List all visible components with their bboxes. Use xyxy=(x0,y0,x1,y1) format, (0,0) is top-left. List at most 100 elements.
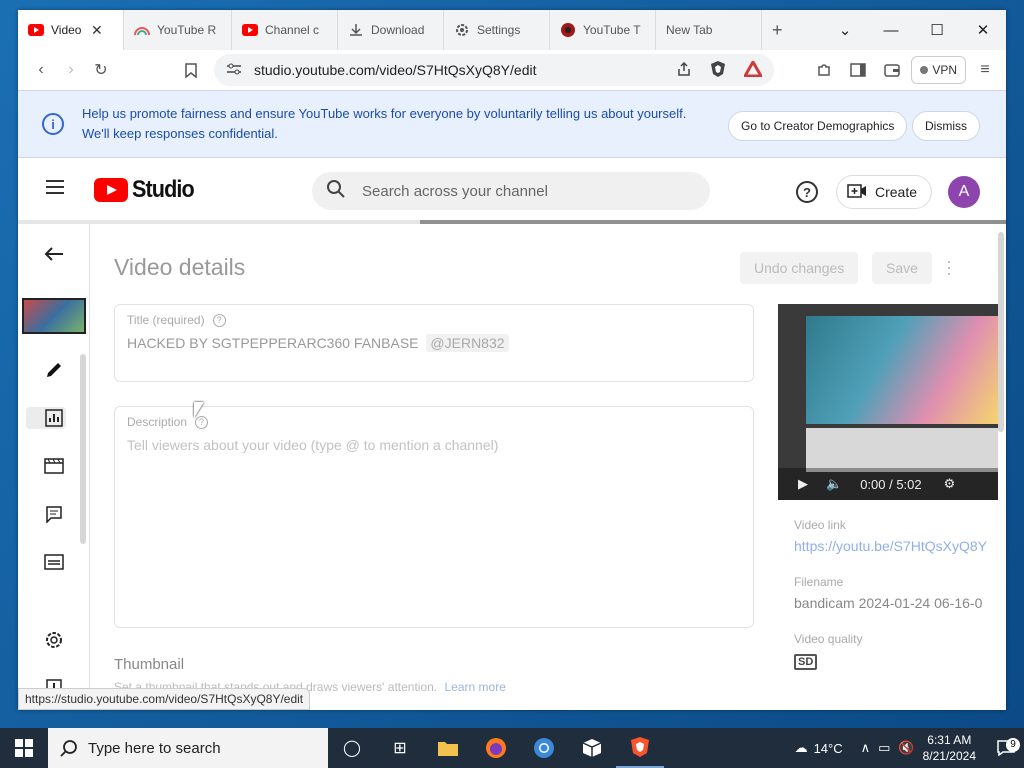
save-button[interactable]: Save xyxy=(872,252,932,284)
chrome-icon[interactable] xyxy=(520,728,568,768)
site-settings-icon[interactable] xyxy=(226,62,242,79)
download-icon xyxy=(348,22,364,38)
main-scrollbar[interactable] xyxy=(998,232,1004,432)
video-link-label: Video link xyxy=(794,518,846,532)
network-icon[interactable]: ▭ xyxy=(878,740,890,756)
video-link[interactable]: https://youtu.be/S7HtQsXyQ8Y xyxy=(794,538,1004,554)
brave-rewards-icon[interactable] xyxy=(742,58,764,80)
learn-more-link[interactable]: Learn more xyxy=(445,680,506,694)
forward-icon[interactable]: › xyxy=(56,55,86,85)
banner-message: Help us promote fairness and ensure YouT… xyxy=(82,106,687,141)
channel-mention[interactable]: @JERN832 xyxy=(426,334,509,352)
mouse-cursor xyxy=(194,402,204,418)
help-circle-icon[interactable]: ? xyxy=(212,313,226,327)
creator-demographics-button[interactable]: Go to Creator Demographics xyxy=(728,111,908,141)
description-input[interactable]: Tell viewers about your video (type @ to… xyxy=(127,437,498,453)
status-url: https://studio.youtube.com/video/S7HtQsX… xyxy=(18,688,311,710)
back-icon[interactable]: ‹ xyxy=(26,55,56,85)
volume-icon[interactable]: 🔈 xyxy=(826,476,842,492)
comments-icon[interactable] xyxy=(42,502,66,526)
create-button[interactable]: Create xyxy=(836,175,933,209)
tab-strip: Video ✕ YouTube R Channel c Download Set… xyxy=(18,10,1006,50)
address-bar[interactable]: studio.youtube.com/video/S7HtQsXyQ8Y/edi… xyxy=(214,54,774,86)
package-icon[interactable] xyxy=(568,728,616,768)
edit-details-icon[interactable] xyxy=(42,358,66,382)
tab-settings[interactable]: Settings xyxy=(444,10,550,50)
browser-window: Video ✕ YouTube R Channel c Download Set… xyxy=(18,10,1006,710)
sidebar-icon[interactable] xyxy=(843,55,873,85)
wallet-icon[interactable] xyxy=(877,55,907,85)
studio-header: Studio Search across your channel ? Crea… xyxy=(18,158,1006,220)
bookmark-icon[interactable] xyxy=(176,55,206,85)
vpn-button[interactable]: VPN xyxy=(911,56,966,84)
youtube-logo-icon xyxy=(94,178,128,202)
help-icon[interactable]: ? xyxy=(796,181,818,203)
menu-icon[interactable]: ≡ xyxy=(970,55,1000,85)
editor-icon[interactable] xyxy=(42,454,66,478)
tab-list-icon[interactable]: ⌄ xyxy=(822,21,868,39)
weather-icon[interactable]: ☁ xyxy=(795,740,808,756)
video-thumbnail[interactable] xyxy=(22,298,86,334)
play-icon[interactable]: ▶ xyxy=(798,476,808,492)
close-icon[interactable]: ✕ xyxy=(91,22,103,39)
tab-label: Channel c xyxy=(265,23,320,37)
channel-search[interactable]: Search across your channel xyxy=(312,172,710,210)
undo-changes-button[interactable]: Undo changes xyxy=(740,252,859,284)
record-icon xyxy=(560,22,576,38)
maximize-icon[interactable]: ☐ xyxy=(914,21,960,39)
clock-time: 6:31 AM xyxy=(927,733,972,747)
notifications-icon[interactable]: 9 xyxy=(988,738,1024,756)
avatar[interactable]: A xyxy=(948,176,980,208)
rail-scrollbar[interactable] xyxy=(80,354,86,544)
tab-channel[interactable]: Channel c xyxy=(232,10,338,50)
tab-label: New Tab xyxy=(666,23,713,37)
back-arrow-icon[interactable] xyxy=(42,242,66,266)
player-time: 0:00 / 5:02 xyxy=(860,476,922,492)
reload-icon[interactable]: ↻ xyxy=(86,55,116,85)
video-details-panel: Video details Undo changes Save · · · Titl… xyxy=(90,224,1006,710)
taskbar-search[interactable]: Type here to search xyxy=(48,728,328,768)
tab-youtube-r[interactable]: YouTube R xyxy=(124,10,232,50)
weather-temp[interactable]: 14°C xyxy=(814,741,843,756)
tab-label: YouTube R xyxy=(157,23,217,37)
title-field[interactable]: Title (required) ? HACKED BY SGTPEPPERAR… xyxy=(114,304,754,382)
subtitles-icon[interactable] xyxy=(42,550,66,574)
fullscreen-icon[interactable]: ⚙ xyxy=(944,476,956,492)
show-hidden-icons-icon[interactable]: ∧ xyxy=(861,740,871,756)
firefox-icon[interactable] xyxy=(472,728,520,768)
brave-icon[interactable] xyxy=(616,728,664,768)
description-field[interactable]: Description ? Tell viewers about your vi… xyxy=(114,406,754,628)
toolbar-right: VPN ≡ xyxy=(809,50,1000,90)
youtube-icon xyxy=(28,22,44,38)
close-window-icon[interactable]: ✕ xyxy=(960,21,1006,39)
search-input[interactable]: Search across your channel xyxy=(362,183,548,200)
file-explorer-icon[interactable] xyxy=(424,728,472,768)
volume-muted-icon[interactable]: 🔇 xyxy=(898,740,914,756)
quality-block: Video quality SD xyxy=(794,632,1004,670)
new-tab-button[interactable]: + xyxy=(762,10,793,50)
tab-label: Settings xyxy=(477,23,521,37)
task-view-icon[interactable]: ◯ xyxy=(328,728,376,768)
studio-logo[interactable]: Studio xyxy=(94,176,201,204)
tab-label: Video xyxy=(51,23,82,37)
extensions-icon[interactable] xyxy=(809,55,839,85)
tab-youtube-t[interactable]: YouTube T xyxy=(550,10,656,50)
start-button[interactable] xyxy=(0,728,48,768)
more-options-icon[interactable]: · · · xyxy=(946,252,952,282)
clock[interactable]: 6:31 AM 8/21/2024 xyxy=(923,732,976,764)
tab-video[interactable]: Video ✕ xyxy=(18,10,124,50)
analytics-icon[interactable] xyxy=(42,406,66,430)
video-preview[interactable]: ▶ 🔈 0:00 / 5:02 ⚙ xyxy=(778,304,998,500)
minimize-icon[interactable]: — xyxy=(868,22,914,39)
settings-icon[interactable] xyxy=(42,628,66,652)
title-input[interactable]: HACKED BY SGTPEPPERARC360 FANBASE @JERN8… xyxy=(127,334,509,352)
widgets-icon[interactable]: ⊞ xyxy=(376,728,424,768)
share-icon[interactable] xyxy=(676,61,692,80)
hamburger-menu-icon[interactable] xyxy=(46,180,64,194)
dismiss-button[interactable]: Dismiss xyxy=(912,111,980,141)
tab-label: YouTube T xyxy=(583,23,641,37)
tab-downloads[interactable]: Download xyxy=(338,10,444,50)
brave-shield-icon[interactable] xyxy=(710,60,726,81)
rainbow-icon xyxy=(134,22,150,38)
tab-new-tab[interactable]: New Tab xyxy=(656,10,762,50)
